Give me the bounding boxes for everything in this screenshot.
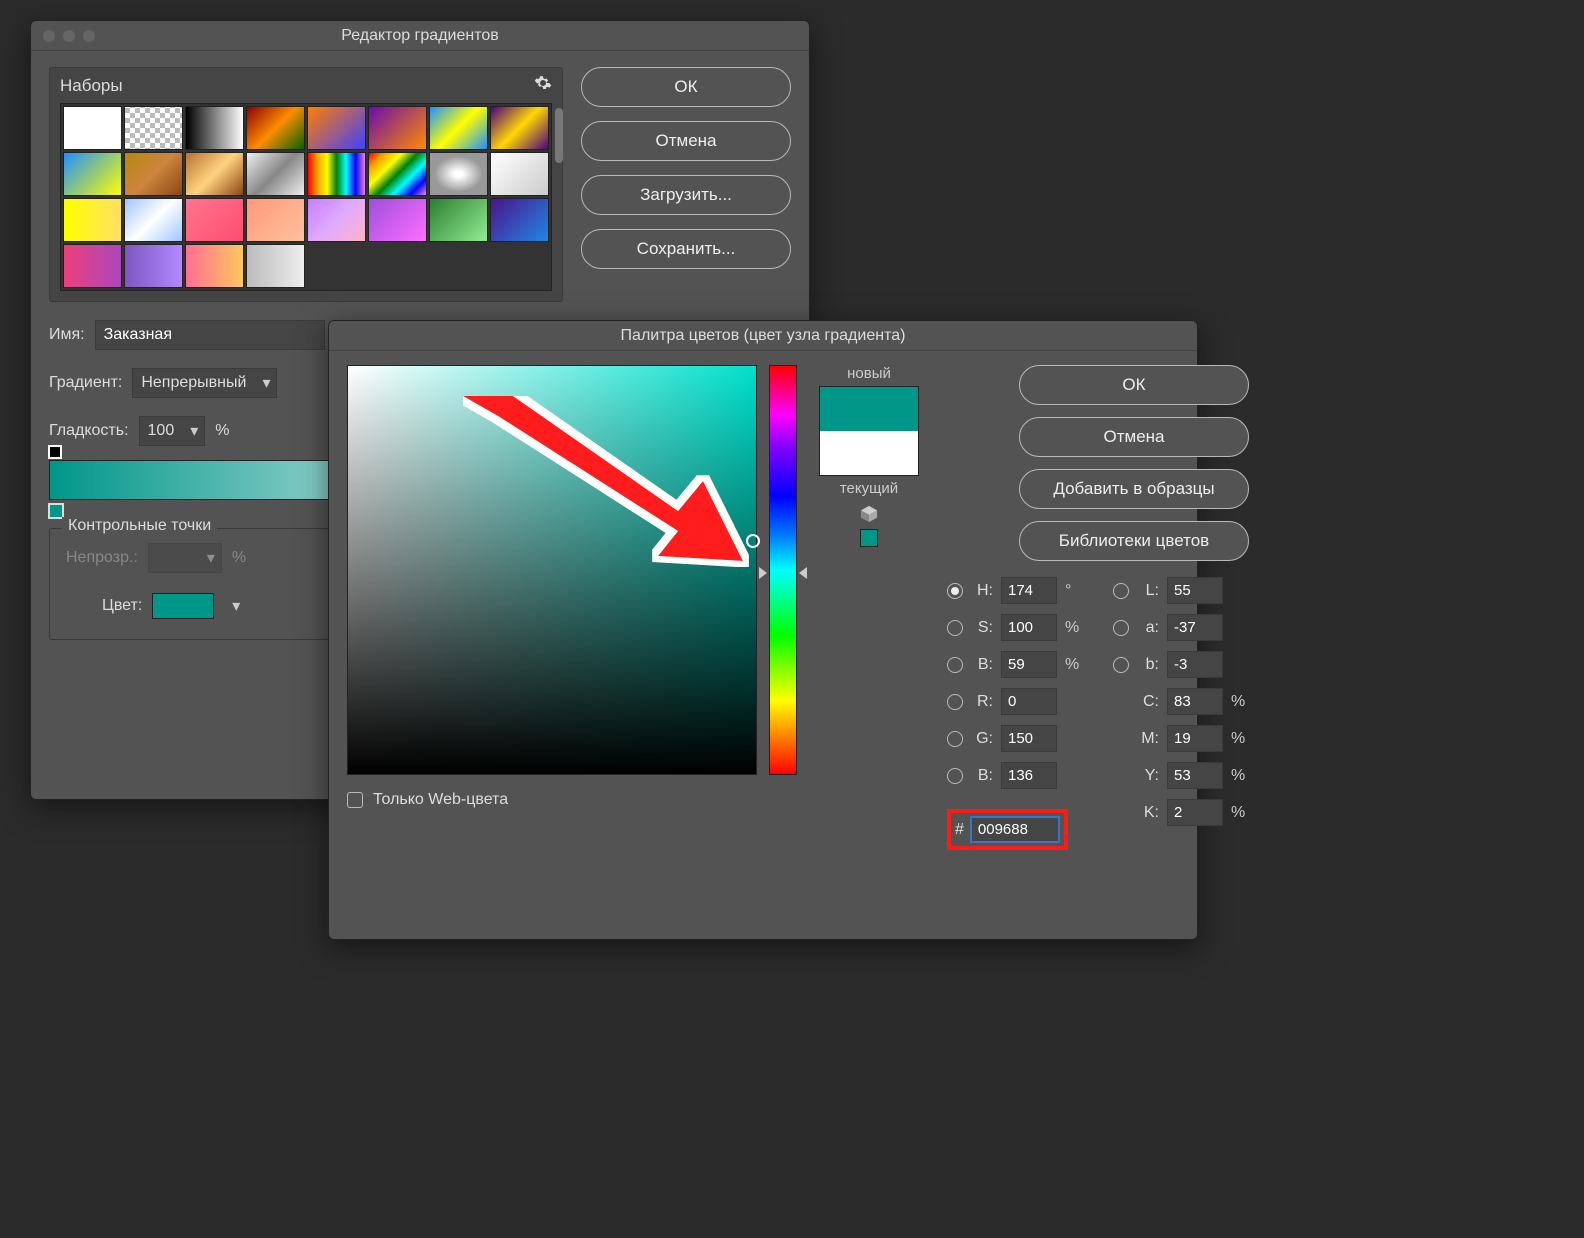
r-input[interactable] [1001,688,1057,715]
new-color-label: новый [847,365,891,382]
radio-h[interactable] [947,583,963,599]
color-label: Цвет: [102,597,142,615]
color-picker-title: Палитра цветов (цвет узла градиента) [329,327,1197,345]
radio-b-rgb[interactable] [947,768,963,784]
window-controls[interactable] [31,30,95,42]
current-color-label: текущий [840,480,898,497]
presets-label: Наборы [60,76,123,96]
color-picker-titlebar[interactable]: Палитра цветов (цвет узла градиента) [329,321,1197,351]
load-button[interactable]: Загрузить... [581,175,791,215]
smoothness-unit: % [215,422,229,440]
s-input[interactable] [1001,614,1057,641]
hue-pointer-left-icon[interactable] [759,567,767,579]
smoothness-label: Гладкость: [49,422,129,440]
hue-slider[interactable] [769,365,797,775]
ok-button[interactable]: ОК [581,67,791,107]
control-points-title: Контрольные точки [62,517,217,535]
current-color-swatch [820,431,918,475]
color-swatch[interactable] [152,593,214,619]
k-input[interactable] [1167,799,1223,826]
add-swatch-button[interactable]: Добавить в образцы [1019,469,1249,509]
l-input[interactable] [1167,577,1223,604]
new-color-swatch [820,387,918,431]
new-current-swatch[interactable] [819,386,919,476]
save-button[interactable]: Сохранить... [581,229,791,269]
name-label: Имя: [49,326,85,344]
opacity-dropdown[interactable]: ▾ [148,543,222,573]
chevron-down-icon: ▾ [182,421,204,441]
radio-s[interactable] [947,620,963,636]
y-input[interactable] [1167,762,1223,789]
tiny-swatch[interactable] [860,529,878,547]
opacity-unit: % [232,549,246,567]
cancel-button[interactable]: Отмена [581,121,791,161]
radio-lab-b[interactable] [1113,657,1129,673]
gradient-editor-title: Редактор градиентов [31,27,809,45]
cube-icon[interactable] [860,505,878,523]
saturation-value-field[interactable] [347,365,757,775]
lab-b-input[interactable] [1167,651,1223,678]
presets-scrollbar[interactable] [555,108,563,163]
web-only-label: Только Web-цвета [373,791,508,809]
gradient-type-label: Градиент: [49,374,122,392]
color-picker-window: Палитра цветов (цвет узла градиента) [328,320,1198,940]
hex-input[interactable] [970,816,1060,843]
hue-pointer-right-icon[interactable] [799,567,807,579]
picker-ok-button[interactable]: ОК [1019,365,1249,405]
radio-b[interactable] [947,657,963,673]
annotation-arrow-icon [463,396,763,596]
smoothness-input[interactable]: 100▾ [139,416,206,446]
presets-grid[interactable] [60,103,552,291]
chevron-down-icon: ▾ [254,373,276,393]
b-rgb-input[interactable] [1001,762,1057,789]
g-input[interactable] [1001,725,1057,752]
gradient-editor-titlebar[interactable]: Редактор градиентов [31,21,809,51]
hex-row-highlight: # [947,809,1068,850]
color-dropdown-caret[interactable]: ▾ [224,591,246,621]
h-input[interactable] [1001,577,1057,604]
radio-l[interactable] [1113,583,1129,599]
web-only-checkbox[interactable] [347,792,363,808]
picker-cancel-button[interactable]: Отмена [1019,417,1249,457]
radio-g[interactable] [947,731,963,747]
m-input[interactable] [1167,725,1223,752]
color-libraries-button[interactable]: Библиотеки цветов [1019,521,1249,561]
hex-prefix: # [955,821,964,839]
opacity-stop[interactable] [48,445,62,459]
opacity-label: Непрозр.: [66,549,138,567]
radio-r[interactable] [947,694,963,710]
b-hsb-input[interactable] [1001,651,1057,678]
gradient-name-input[interactable] [95,320,325,350]
gear-icon[interactable] [534,74,552,97]
presets-panel: Наборы [49,67,563,302]
c-input[interactable] [1167,688,1223,715]
radio-a[interactable] [1113,620,1129,636]
gradient-type-dropdown[interactable]: Непрерывный▾ [132,368,277,398]
a-input[interactable] [1167,614,1223,641]
